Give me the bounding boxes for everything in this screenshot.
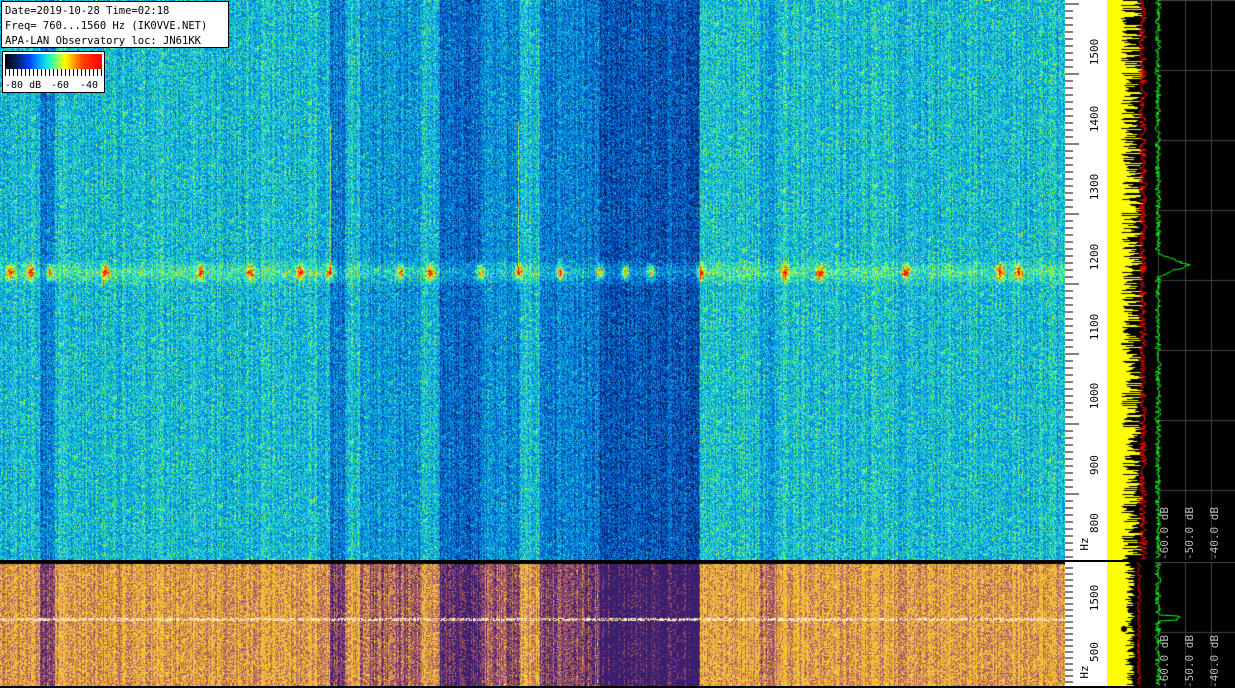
color-scale-ticks (5, 69, 102, 76)
axis-low-unit-hz: Hz (1078, 665, 1091, 679)
info-date-time: Date=2019-10-28 Time=02:18 (5, 5, 170, 17)
db-label-low-40: -40.0 dB (1208, 635, 1221, 688)
db-label-main-50: -50.0 dB (1183, 507, 1196, 560)
db-label-main-40: -40.0 dB (1208, 507, 1221, 560)
axis-label-1300: 1300 (1088, 173, 1101, 201)
db-label-low-60: -60.0 dB (1158, 635, 1171, 688)
color-scale-bar (5, 54, 102, 69)
color-scale-legend: -80 dB -60 -40 (2, 51, 105, 93)
axis-label-900: 900 (1088, 455, 1101, 475)
legend-label-min: -80 dB (5, 80, 42, 91)
info-observatory: APA-LAN Observatory loc: JN61KK (5, 35, 201, 47)
waterfall-wideband (0, 562, 1065, 686)
axis-label-1100: 1100 (1088, 313, 1101, 341)
axis-label-1500: 1500 (1088, 38, 1101, 66)
db-label-main-60: -60.0 dB (1158, 507, 1171, 560)
spectrum-panel-main (1107, 0, 1235, 560)
legend-label-mid: -60 (51, 80, 70, 91)
frequency-axis-wideband: 1500 500 Hz (1065, 562, 1107, 686)
axis-label-1200: 1200 (1088, 243, 1101, 271)
axis-unit-hz: Hz (1078, 537, 1091, 551)
axis-low-label-1500: 1500 (1088, 584, 1101, 612)
info-box: Date=2019-10-28 Time=02:18 Freq= 760...1… (1, 1, 229, 48)
db-label-low-50: -50.0 dB (1183, 635, 1196, 688)
info-frequency: Freq= 760...1560 Hz (IK0VVE.NET) (5, 20, 208, 32)
axis-label-1000: 1000 (1088, 382, 1101, 410)
waterfall-main (0, 0, 1065, 560)
axis-label-1400: 1400 (1088, 105, 1101, 133)
legend-label-max: -40 (80, 80, 99, 91)
frequency-axis-main: 1500 1400 1300 1200 1100 1000 900 800 Hz (1065, 0, 1107, 560)
